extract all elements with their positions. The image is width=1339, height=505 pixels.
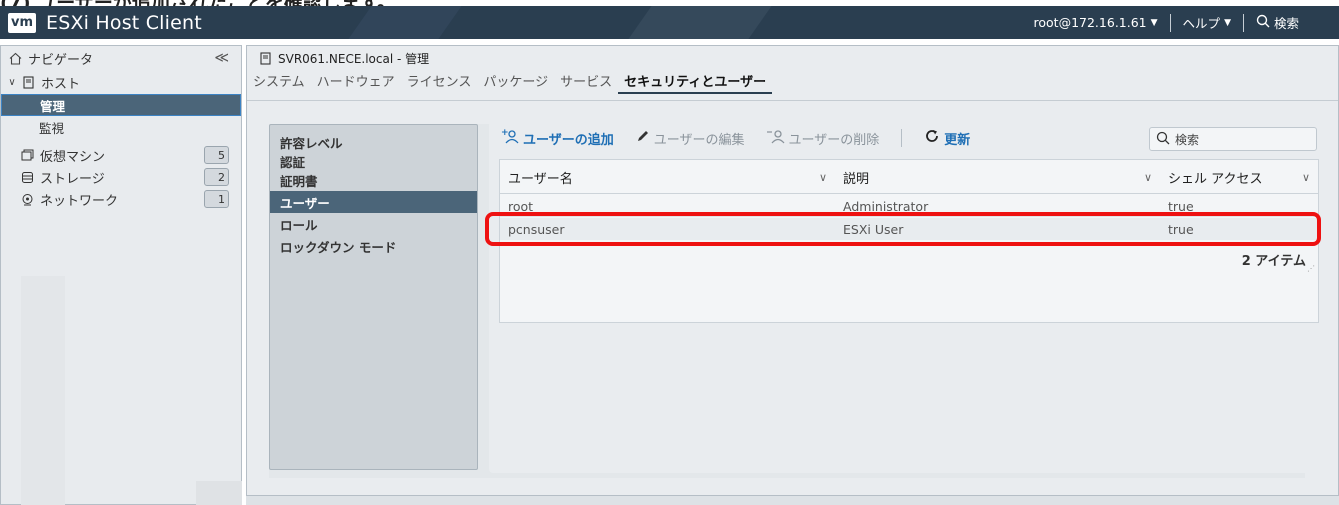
tab-services[interactable]: サービス (554, 71, 618, 94)
chevron-down-icon: ∨ (8, 76, 16, 88)
nav-host[interactable]: ∨ ホスト (1, 70, 241, 94)
vm-icon (19, 149, 35, 162)
toolbar-divider (901, 129, 903, 147)
nav-vms-label: 仮想マシン (40, 149, 106, 165)
svg-text:+: + (501, 128, 509, 138)
user-label: root@172.16.1.61 (1033, 15, 1147, 30)
subnav-authentication[interactable]: 認証 (270, 153, 477, 170)
add-user-icon: + (501, 128, 519, 148)
chevron-down-icon: ∨ (1301, 170, 1310, 184)
add-user-button[interactable]: + ユーザーの追加 (501, 128, 614, 148)
nav-monitor[interactable]: 監視 (1, 116, 241, 138)
tab-security-users[interactable]: セキュリティとユーザー (618, 71, 773, 94)
help-menu[interactable]: ヘルプ ▼ (1183, 13, 1231, 32)
navigator-panel: ナビゲータ ≪ ∨ ホスト 管理 監視 仮想マシン 5 ストレージ 2 ネットワ… (0, 45, 242, 505)
add-user-label: ユーザーの追加 (523, 132, 614, 148)
page-title: SVR061.NECE.local - 管理 (278, 51, 430, 66)
nav-network[interactable]: ネットワーク 1 (1, 188, 241, 210)
breadcrumb: SVR061.NECE.local - 管理 (247, 46, 1338, 70)
bottom-panel-edge (246, 495, 1339, 505)
nav-manage[interactable]: 管理 (1, 94, 241, 116)
search-placeholder: 検索 (1175, 132, 1200, 147)
users-search-input[interactable]: 検索 (1149, 127, 1317, 151)
resize-handle-icon[interactable]: ⋰ (1307, 264, 1315, 273)
remove-user-icon (766, 128, 785, 148)
help-label: ヘルプ (1182, 16, 1221, 31)
vm-count-badge: 5 (204, 146, 229, 164)
item-count: 2 アイテム (1241, 254, 1306, 269)
delete-user-label: ユーザーの削除 (788, 132, 880, 148)
column-username-label: ユーザー名 (508, 171, 573, 187)
title-bar-menu: root@172.16.1.61 ▼ ヘルプ ▼ 検索 (1034, 6, 1299, 39)
column-shell-access[interactable]: シェル アクセス ∨ (1160, 160, 1318, 194)
nav-storage[interactable]: ストレージ 2 (1, 166, 241, 188)
search-icon (1256, 14, 1270, 31)
search-icon (1156, 131, 1170, 148)
navigator-title: ナビゲータ (28, 52, 94, 68)
tab-system[interactable]: システム (247, 71, 311, 94)
host-icon (257, 51, 273, 65)
users-pane: + ユーザーの追加 ユーザーの編集 ユーザーの削除 更新 検索 ユーザー名 ∨ … (485, 121, 1325, 473)
subnav-acceptance-level[interactable]: 許容レベル (270, 131, 477, 153)
edit-user-label: ユーザーの編集 (653, 132, 745, 148)
subnav-roles[interactable]: ロール (270, 213, 477, 235)
home-icon (7, 52, 23, 65)
divider (1242, 13, 1244, 32)
pencil-icon (636, 129, 650, 147)
screen: (7) ユーザーが追加されたことを確認します。 vm ESXi Host Cli… (0, 0, 1339, 505)
refresh-button[interactable]: 更新 (924, 128, 970, 148)
caret-down-icon: ▼ (1224, 17, 1231, 28)
main-panel: SVR061.NECE.local - 管理 システム ハードウェア ライセンス… (246, 45, 1339, 505)
column-description-label: 説明 (843, 171, 870, 187)
caret-down-icon: ▼ (1150, 17, 1158, 28)
toolbar: + ユーザーの追加 ユーザーの編集 ユーザーの削除 更新 (501, 124, 992, 152)
divider (1169, 13, 1171, 32)
edit-user-button[interactable]: ユーザーの編集 (636, 129, 745, 148)
navigator-header: ナビゲータ ≪ (1, 46, 241, 70)
nav-storage-label: ストレージ (40, 171, 105, 187)
tab-bar: システム ハードウェア ライセンス パッケージ サービス セキュリティとユーザー (247, 70, 1338, 94)
highlight-box (485, 212, 1321, 246)
subnav-users[interactable]: ユーザー (270, 191, 477, 213)
vm-logo: vm (8, 12, 36, 33)
user-menu[interactable]: root@172.16.1.61 ▼ (1034, 15, 1158, 30)
app-title: ESXi Host Client (46, 11, 202, 34)
search-label: 検索 (1273, 16, 1299, 31)
content-area: 許容レベル 認証 証明書 ユーザー ロール ロックダウン モード + ユーザーの… (269, 121, 1325, 478)
table-header: ユーザー名 ∨ 説明 ∨ シェル アクセス ∨ (500, 160, 1318, 194)
title-bar: vm ESXi Host Client root@172.16.1.61 ▼ ヘ… (0, 6, 1339, 39)
security-subnav: 許容レベル 認証 証明書 ユーザー ロール ロックダウン モード (269, 124, 478, 470)
storage-icon (19, 171, 35, 184)
nav-network-label: ネットワーク (40, 193, 119, 209)
column-shell-label: シェル アクセス (1168, 171, 1263, 187)
chevron-down-icon: ∨ (818, 170, 827, 184)
subnav-certificates[interactable]: 証明書 (270, 169, 477, 191)
nav-host-label: ホスト (41, 76, 81, 92)
tab-packages[interactable]: パッケージ (477, 71, 554, 94)
refresh-icon (924, 128, 940, 148)
collapse-icon[interactable]: ≪ (214, 50, 229, 66)
column-username[interactable]: ユーザー名 ∨ (500, 160, 835, 194)
refresh-label: 更新 (944, 132, 971, 148)
network-count-badge: 1 (204, 190, 229, 208)
tab-hardware[interactable]: ハードウェア (311, 71, 401, 94)
network-icon (19, 193, 35, 206)
chevron-down-icon: ∨ (1143, 170, 1152, 184)
host-icon (20, 75, 36, 89)
global-search[interactable]: 検索 (1256, 13, 1299, 32)
nav-vms[interactable]: 仮想マシン 5 (1, 144, 241, 166)
subnav-lockdown-mode[interactable]: ロックダウン モード (270, 235, 477, 257)
delete-user-button[interactable]: ユーザーの削除 (766, 128, 880, 148)
tab-license[interactable]: ライセンス (401, 71, 478, 94)
users-table: ユーザー名 ∨ 説明 ∨ シェル アクセス ∨ root Administrat… (485, 159, 1321, 323)
storage-count-badge: 2 (204, 168, 229, 186)
column-description[interactable]: 説明 ∨ (835, 160, 1160, 194)
